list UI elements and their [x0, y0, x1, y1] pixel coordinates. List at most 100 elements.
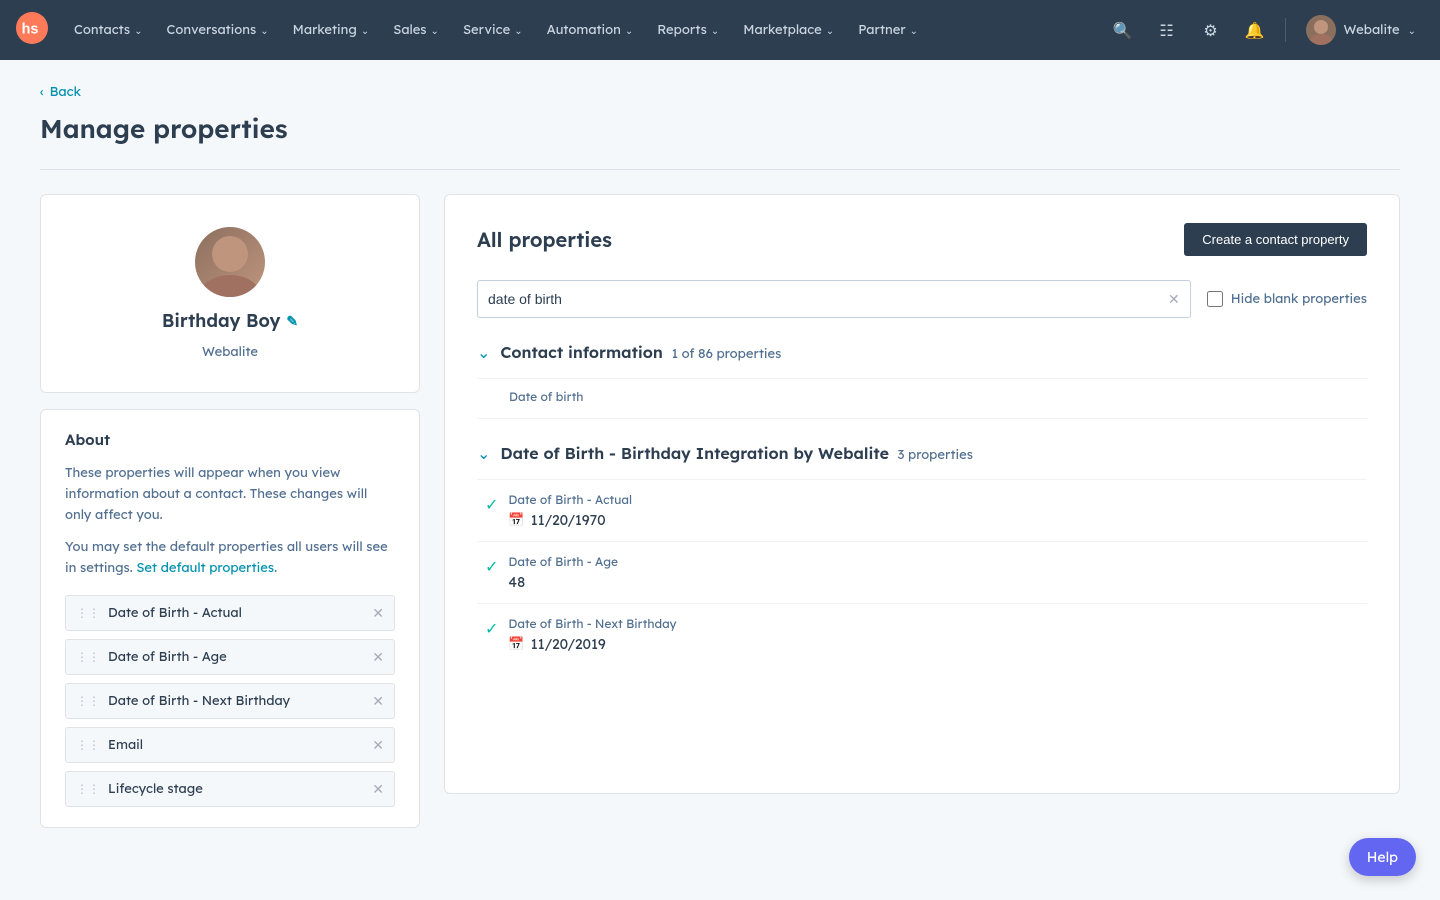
set-default-link[interactable]: Set default properties: [136, 560, 274, 576]
property-value: 📅 11/20/1970: [508, 511, 632, 529]
nav-marketplace[interactable]: Marketplace ⌄: [733, 16, 844, 44]
chevron-down-icon: ⌄: [826, 24, 834, 37]
remove-icon[interactable]: ✕: [372, 648, 384, 666]
section-header: ⌄ Contact information 1 of 86 properties: [477, 342, 1367, 362]
profile-company: Webalite: [202, 344, 258, 360]
property-row: ✓ Date of Birth - Next Birthday 📅 11/20/…: [477, 603, 1367, 665]
contact-info-section: ⌄ Contact information 1 of 86 properties…: [477, 342, 1367, 419]
nav-partner[interactable]: Partner ⌄: [848, 16, 928, 44]
drag-handle-icon: ⋮⋮: [76, 737, 100, 752]
profile-card: Birthday Boy ✎ Webalite: [40, 194, 420, 393]
property-label: Date of Birth - Next Birthday: [508, 616, 676, 631]
section-title: Contact information 1 of 86 properties: [500, 342, 781, 362]
drag-handle-icon: ⋮⋮: [76, 649, 100, 664]
page-divider: [40, 169, 1400, 170]
calendar-icon: 📅: [508, 636, 524, 652]
chevron-down-icon: ⌄: [1408, 24, 1416, 37]
property-label: Date of Birth - Age: [508, 554, 618, 569]
remove-icon[interactable]: ✕: [372, 692, 384, 710]
all-properties-title: All properties: [477, 227, 612, 252]
list-item[interactable]: ⋮⋮ Date of Birth - Next Birthday ✕: [65, 683, 395, 719]
chevron-left-icon: ‹: [40, 84, 44, 100]
hide-blank-checkbox[interactable]: [1207, 291, 1223, 307]
chevron-down-icon: ⌄: [514, 24, 522, 37]
two-column-layout: Birthday Boy ✎ Webalite About These prop…: [40, 194, 1400, 828]
nav-sales[interactable]: Sales ⌄: [383, 16, 449, 44]
property-label: Date of Birth - Actual: [508, 492, 632, 507]
about-text-1: These properties will appear when you vi…: [65, 463, 395, 525]
page-content: ‹ Back Manage properties Birthday Boy ✎ …: [0, 60, 1440, 852]
chevron-down-icon: ⌄: [625, 24, 633, 37]
check-icon: ✓: [477, 494, 498, 514]
nav-service[interactable]: Service ⌄: [453, 16, 533, 44]
chevron-down-icon: ⌄: [134, 24, 142, 37]
back-link[interactable]: ‹ Back: [40, 84, 1400, 100]
check-icon: ✓: [477, 618, 498, 638]
remove-icon[interactable]: ✕: [372, 780, 384, 798]
nav-reports[interactable]: Reports ⌄: [647, 16, 729, 44]
clear-search-icon[interactable]: ✕: [1168, 290, 1180, 308]
property-label: Date of birth: [509, 389, 1367, 404]
notifications-icon-btn[interactable]: 🔔: [1237, 12, 1273, 48]
avatar: [1306, 15, 1336, 45]
nav-marketing[interactable]: Marketing ⌄: [283, 16, 380, 44]
search-input[interactable]: [488, 291, 1168, 307]
nav-conversations[interactable]: Conversations ⌄: [157, 16, 279, 44]
apps-icon-btn[interactable]: ☷: [1149, 12, 1185, 48]
section-chevron-icon[interactable]: ⌄: [477, 342, 490, 362]
page-title: Manage properties: [40, 112, 1400, 145]
drag-handle-icon: ⋮⋮: [76, 693, 100, 708]
create-property-button[interactable]: Create a contact property: [1184, 223, 1367, 256]
about-text-2: You may set the default properties all u…: [65, 537, 395, 579]
profile-name: Birthday Boy ✎: [162, 309, 298, 332]
search-box: ✕: [477, 280, 1191, 318]
list-item[interactable]: ⋮⋮ Email ✕: [65, 727, 395, 763]
about-title: About: [65, 430, 395, 449]
chevron-down-icon: ⌄: [260, 24, 268, 37]
settings-icon-btn[interactable]: ⚙: [1193, 12, 1229, 48]
nav-contacts[interactable]: Contacts ⌄: [64, 16, 153, 44]
hide-blank-label: Hide blank properties: [1207, 291, 1367, 307]
dob-integration-section: ⌄ Date of Birth - Birthday Integration b…: [477, 443, 1367, 665]
search-icon-btn[interactable]: 🔍: [1105, 12, 1141, 48]
chevron-down-icon: ⌄: [361, 24, 369, 37]
section-count: 1 of 86 properties: [668, 346, 782, 362]
right-header: All properties Create a contact property: [477, 223, 1367, 256]
help-button[interactable]: Help: [1349, 838, 1416, 876]
navbar: hs Contacts ⌄ Conversations ⌄ Marketing …: [0, 0, 1440, 60]
edit-icon[interactable]: ✎: [286, 312, 298, 330]
property-value: 48: [508, 573, 618, 591]
svg-text:hs: hs: [22, 22, 39, 38]
profile-avatar: [195, 227, 265, 297]
chevron-down-icon: ⌄: [431, 24, 439, 37]
navbar-right: 🔍 ☷ ⚙ 🔔 Webalite ⌄: [1105, 11, 1424, 49]
list-item[interactable]: ⋮⋮ Date of Birth - Actual ✕: [65, 595, 395, 631]
right-panel: All properties Create a contact property…: [444, 194, 1400, 794]
drag-handle-icon: ⋮⋮: [76, 781, 100, 796]
section-title: Date of Birth - Birthday Integration by …: [500, 443, 973, 463]
section-header: ⌄ Date of Birth - Birthday Integration b…: [477, 443, 1367, 463]
remove-icon[interactable]: ✕: [372, 736, 384, 754]
section-chevron-icon[interactable]: ⌄: [477, 443, 490, 463]
check-icon: ✓: [477, 556, 498, 576]
property-list: ⋮⋮ Date of Birth - Actual ✕ ⋮⋮ Date of B…: [65, 595, 395, 807]
property-row: ✓ Date of Birth - Actual 📅 11/20/1970: [477, 479, 1367, 541]
chevron-down-icon: ⌄: [711, 24, 719, 37]
user-menu[interactable]: Webalite ⌄: [1298, 11, 1424, 49]
nav-automation[interactable]: Automation ⌄: [537, 16, 644, 44]
property-row: Date of birth: [477, 378, 1367, 419]
property-row: ✓ Date of Birth - Age 48: [477, 541, 1367, 603]
search-row: ✕ Hide blank properties: [477, 280, 1367, 318]
drag-handle-icon: ⋮⋮: [76, 605, 100, 620]
calendar-icon: 📅: [508, 512, 524, 528]
chevron-down-icon: ⌄: [910, 24, 918, 37]
hubspot-logo[interactable]: hs: [16, 12, 48, 48]
list-item[interactable]: ⋮⋮ Lifecycle stage ✕: [65, 771, 395, 807]
property-value: 📅 11/20/2019: [508, 635, 676, 653]
about-card: About These properties will appear when …: [40, 409, 420, 828]
remove-icon[interactable]: ✕: [372, 604, 384, 622]
left-panel: Birthday Boy ✎ Webalite About These prop…: [40, 194, 420, 828]
section-count: 3 properties: [894, 447, 973, 463]
nav-divider: [1285, 18, 1286, 42]
list-item[interactable]: ⋮⋮ Date of Birth - Age ✕: [65, 639, 395, 675]
